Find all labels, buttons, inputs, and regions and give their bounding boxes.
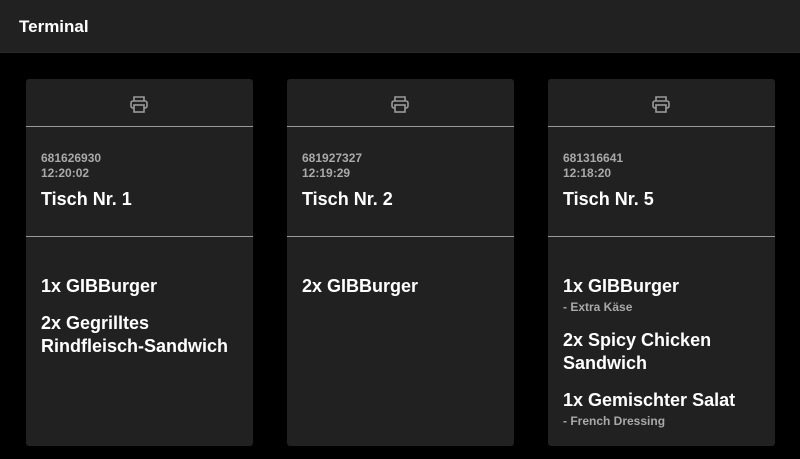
order-id: 681927327 [302,151,363,165]
table-name: Tisch Nr. 5 [563,189,654,209]
order-items: 2x GIBBurger [302,275,507,312]
order-time: 12:20:02 [41,166,90,180]
order-card: 681626930 12:20:02 Tisch Nr. 1 1x GIBBur… [26,79,253,446]
item-name: 2x Gegrilltes Rindfleisch-Sandwich [41,313,229,356]
order-header: 681316641 12:18:20 Tisch Nr. 5 [548,127,775,237]
order-item: 2x Spicy Chicken Sandwich [563,329,768,375]
print-button[interactable] [26,79,253,127]
order-item: 2x GIBBurger [302,275,507,298]
order-item: 2x Gegrilltes Rindfleisch-Sandwich [41,312,246,358]
order-item: 1x Gemischter Salat - French Dressing [563,389,768,429]
table-name: Tisch Nr. 2 [302,189,393,209]
printer-icon [130,96,148,113]
order-time: 12:19:29 [302,166,351,180]
order-items: 1x GIBBurger - Extra Käse 2x Spicy Chick… [563,275,768,443]
print-button[interactable] [548,79,775,127]
item-note: - French Dressing [563,414,666,428]
order-time: 12:18:20 [563,166,612,180]
print-button[interactable] [287,79,514,127]
item-name: 1x GIBBurger [563,276,680,296]
item-note: - Extra Käse [563,300,633,314]
order-item: 1x GIBBurger [41,275,246,298]
item-name: 2x GIBBurger [302,276,419,296]
order-items: 1x GIBBurger 2x Gegrilltes Rindfleisch-S… [41,275,246,372]
app-title: Terminal [19,17,89,36]
order-id: 681316641 [563,151,624,165]
order-card: 681927327 12:19:29 Tisch Nr. 2 2x GIBBur… [287,79,514,446]
printer-icon [391,96,409,113]
order-header: 681626930 12:20:02 Tisch Nr. 1 [26,127,253,237]
order-item: 1x GIBBurger - Extra Käse [563,275,768,315]
order-id: 681626930 [41,151,102,165]
item-name: 1x Gemischter Salat [563,390,736,410]
printer-icon [652,96,670,113]
table-name: Tisch Nr. 1 [41,189,132,209]
order-header: 681927327 12:19:29 Tisch Nr. 2 [287,127,514,237]
order-card: 681316641 12:18:20 Tisch Nr. 5 1x GIBBur… [548,79,775,446]
item-name: 1x GIBBurger [41,276,158,296]
app-header: Terminal [0,0,800,53]
item-name: 2x Spicy Chicken Sandwich [563,330,712,373]
